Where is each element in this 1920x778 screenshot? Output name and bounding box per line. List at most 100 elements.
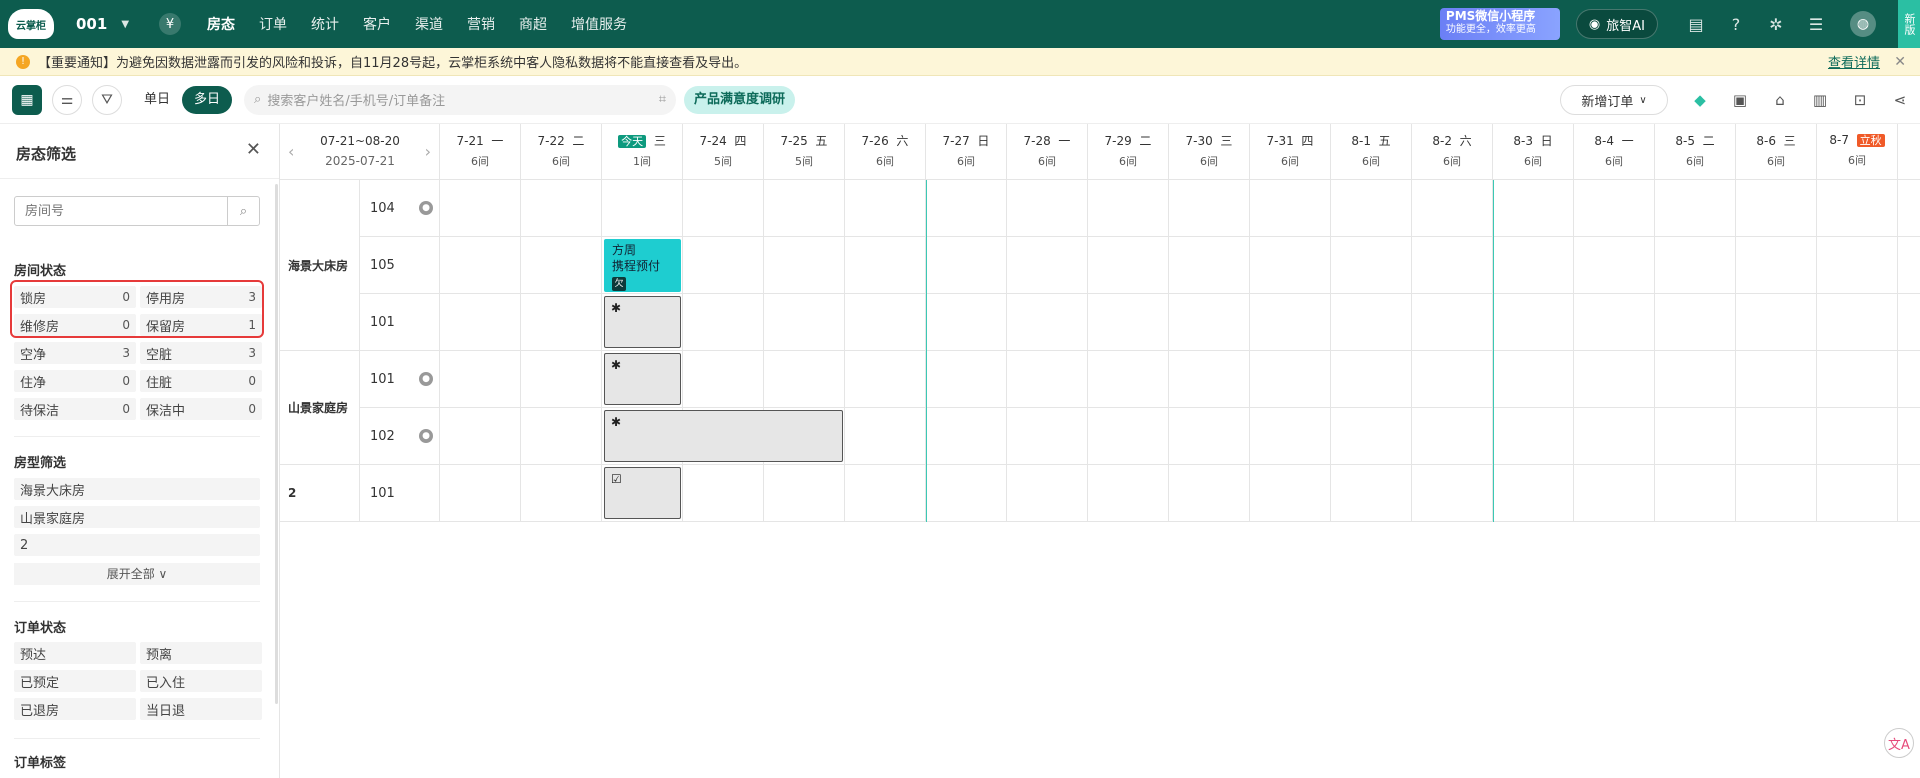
timeline-cell[interactable]: [1007, 408, 1088, 465]
multi-day-option[interactable]: 多日: [182, 85, 233, 114]
timeline-cell[interactable]: [1088, 351, 1169, 408]
timeline-cell[interactable]: [1331, 408, 1412, 465]
room-number-cell[interactable]: 101: [360, 465, 440, 522]
timeline-cell[interactable]: [1169, 294, 1250, 351]
timeline-cell[interactable]: [1250, 294, 1331, 351]
timeline-cell[interactable]: [845, 237, 926, 294]
room-status-filter[interactable]: 待保洁 0: [14, 398, 136, 420]
cube-icon[interactable]: ◆: [1680, 91, 1720, 109]
timeline-cell[interactable]: [1817, 351, 1898, 408]
timeline-cell[interactable]: [440, 351, 521, 408]
timeline-cell[interactable]: [1007, 351, 1088, 408]
nav-item[interactable]: 订单: [247, 14, 299, 34]
timeline-cell[interactable]: [1493, 465, 1574, 522]
timeline-cell[interactable]: [926, 351, 1007, 408]
room-status-block[interactable]: ☑: [604, 467, 681, 519]
room-status-filter[interactable]: 锁房 0: [14, 286, 136, 308]
timeline-cell[interactable]: [1736, 180, 1817, 237]
nav-item[interactable]: 房态: [195, 14, 247, 34]
nav-item[interactable]: 商超: [507, 14, 559, 34]
timeline-cell[interactable]: [1088, 180, 1169, 237]
day-column-header[interactable]: 8-5 二 6间: [1655, 124, 1736, 180]
timeline-cell[interactable]: [1655, 180, 1736, 237]
timeline-cell[interactable]: [1817, 408, 1898, 465]
timeline-cell[interactable]: [683, 237, 764, 294]
timeline-cell[interactable]: [1655, 294, 1736, 351]
day-column-header[interactable]: 7-26 六 6间: [845, 124, 926, 180]
timeline-cell[interactable]: [521, 294, 602, 351]
timeline-cell[interactable]: [1250, 351, 1331, 408]
day-column-header[interactable]: 8: [1898, 124, 1920, 180]
timeline-cell[interactable]: [1574, 465, 1655, 522]
room-status-filter[interactable]: 空净 3: [14, 342, 136, 364]
room-status-filter[interactable]: 保留房 1: [140, 314, 262, 336]
message-icon[interactable]: ▤: [1676, 15, 1716, 34]
timeline-cell[interactable]: [1007, 180, 1088, 237]
new-version-tab[interactable]: 新版: [1898, 0, 1920, 48]
room-number-cell[interactable]: 101 ●: [360, 351, 440, 408]
timeline-cell[interactable]: [1574, 294, 1655, 351]
order-status-filter[interactable]: 已预定: [14, 670, 136, 692]
room-status-filter[interactable]: 住净 0: [14, 370, 136, 392]
day-column-header[interactable]: 7-22 二 6间: [521, 124, 602, 180]
timeline-cell[interactable]: [1898, 408, 1920, 465]
timeline-cell[interactable]: [683, 465, 764, 522]
scan-icon[interactable]: ⌗: [659, 92, 666, 107]
timeline-cell[interactable]: [1169, 351, 1250, 408]
room-status-block[interactable]: ✱: [604, 296, 681, 348]
day-column-header[interactable]: 7-21 一 6间: [440, 124, 521, 180]
day-column-header[interactable]: 7-31 四 6间: [1250, 124, 1331, 180]
single-day-option[interactable]: 单日: [132, 86, 182, 114]
calendar-icon[interactable]: ▣: [1720, 91, 1760, 109]
timeline-cell[interactable]: [521, 408, 602, 465]
nav-item[interactable]: 统计: [299, 14, 351, 34]
timeline-cell[interactable]: [1655, 408, 1736, 465]
ai-assistant-button[interactable]: ◉ 旅智AI: [1575, 9, 1658, 39]
timeline-cell[interactable]: [1412, 180, 1493, 237]
filter-icon[interactable]: ⛛: [92, 84, 122, 115]
room-number-cell[interactable]: 104 ●: [360, 180, 440, 237]
timeline-cell[interactable]: [1088, 237, 1169, 294]
avatar[interactable]: ◍: [1850, 11, 1876, 37]
timeline-cell[interactable]: [845, 294, 926, 351]
room-number-input[interactable]: [15, 197, 227, 225]
nav-item[interactable]: 增值服务: [559, 14, 639, 34]
timeline-cell[interactable]: [764, 465, 845, 522]
day-column-header[interactable]: 8-6 三 6间: [1736, 124, 1817, 180]
timeline-cell[interactable]: [845, 408, 926, 465]
day-column-header[interactable]: 7-28 一 6间: [1007, 124, 1088, 180]
timeline-cell[interactable]: [1655, 465, 1736, 522]
timeline-cell[interactable]: [764, 351, 845, 408]
room-status-filter[interactable]: 住脏 0: [140, 370, 262, 392]
timeline-cell[interactable]: [1493, 180, 1574, 237]
timeline-cell[interactable]: [764, 237, 845, 294]
timeline-cell[interactable]: [440, 180, 521, 237]
timeline-cell[interactable]: [1412, 294, 1493, 351]
timeline-cell[interactable]: [1655, 237, 1736, 294]
timeline-cell[interactable]: [1169, 180, 1250, 237]
timeline-cell[interactable]: [521, 465, 602, 522]
timeline-cell[interactable]: [1331, 465, 1412, 522]
lock-icon[interactable]: ⊡: [1840, 91, 1880, 109]
expand-all-button[interactable]: 展开全部 ∨: [14, 563, 260, 585]
timeline-cell[interactable]: [764, 180, 845, 237]
timeline-cell[interactable]: [440, 237, 521, 294]
timeline-cell[interactable]: [764, 294, 845, 351]
close-icon[interactable]: ✕: [1894, 54, 1906, 70]
timeline-cell[interactable]: [1898, 237, 1920, 294]
timeline-cell[interactable]: [1736, 294, 1817, 351]
pms-miniapp-banner[interactable]: PMS微信小程序 功能更全，效率更高: [1439, 8, 1560, 40]
menu-icon[interactable]: ☰: [1796, 15, 1836, 34]
timeline-cell[interactable]: [1331, 351, 1412, 408]
timeline-cell[interactable]: [845, 465, 926, 522]
nav-item[interactable]: 渠道: [403, 14, 455, 34]
timeline-cell[interactable]: [1331, 180, 1412, 237]
close-icon[interactable]: ✕: [246, 139, 261, 160]
timeline-cell[interactable]: [1574, 351, 1655, 408]
timeline-cell[interactable]: [1574, 237, 1655, 294]
share-icon[interactable]: ⋖: [1880, 91, 1920, 109]
search-icon[interactable]: ⌕: [227, 197, 259, 225]
day-column-header[interactable]: 8-2 六 6间: [1412, 124, 1493, 180]
store-selector[interactable]: 001 ▼: [76, 15, 129, 33]
room-number-cell[interactable]: 102 ●: [360, 408, 440, 465]
